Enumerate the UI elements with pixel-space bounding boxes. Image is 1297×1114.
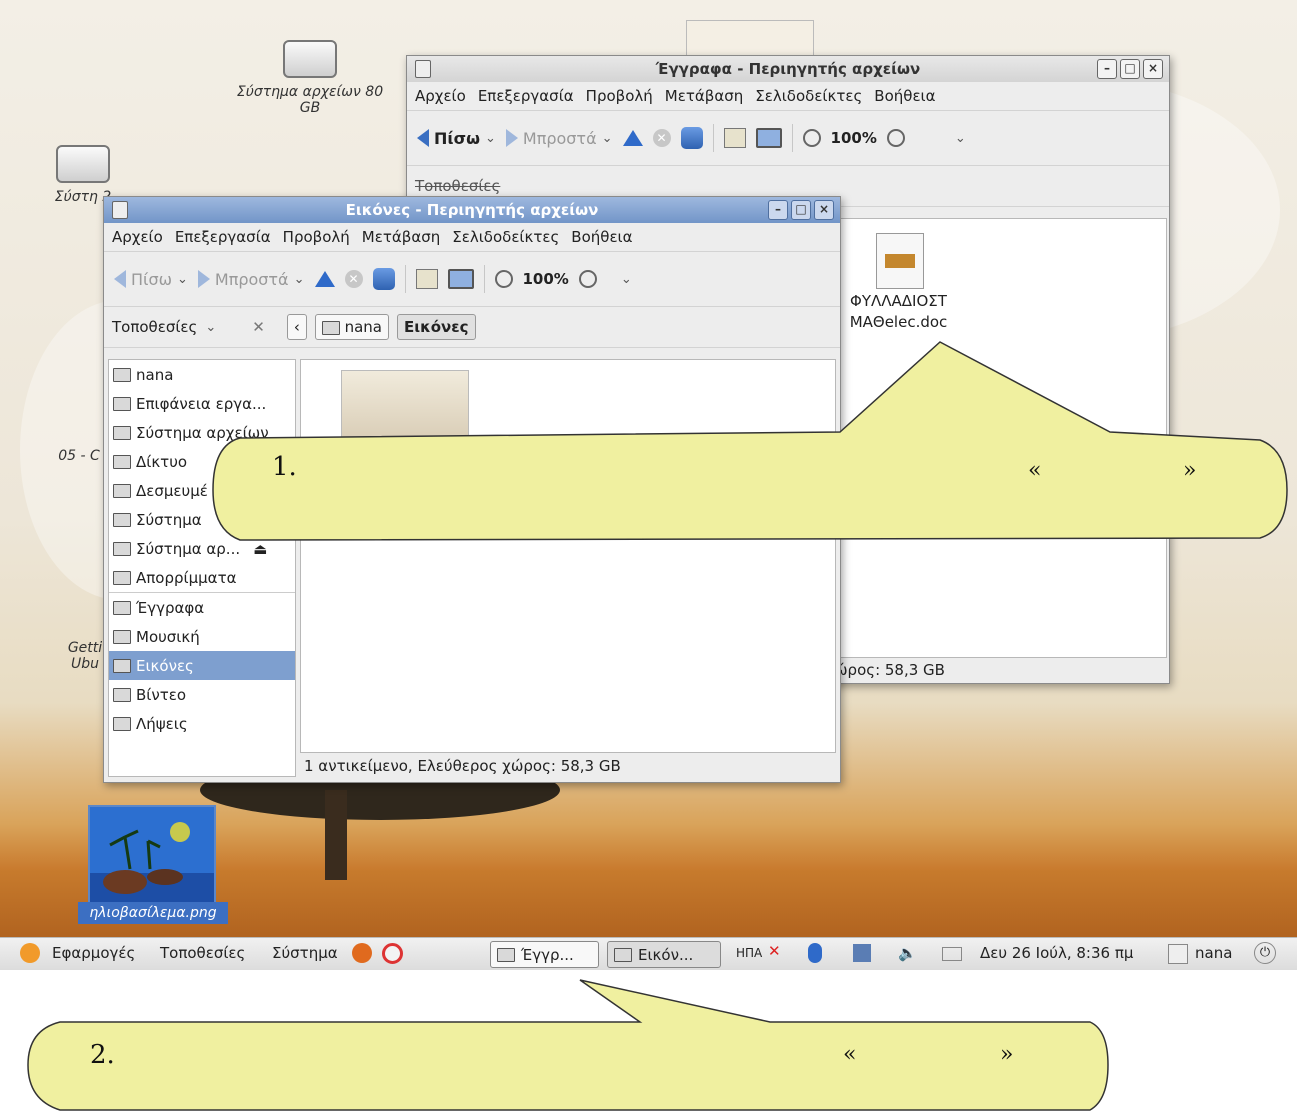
callout-1-open-quote: « [1028, 458, 1042, 483]
callout-1-number: 1. [272, 452, 297, 482]
callout-2-open-quote: « [843, 1042, 857, 1067]
callout-2-number: 2. [90, 1040, 115, 1070]
callout-1-bubble [212, 341, 1288, 541]
callout-1-close-quote: » [1183, 458, 1197, 483]
callout-2-bubble [27, 979, 1109, 1111]
callout-2-close-quote: » [1000, 1042, 1014, 1067]
callout-layer [27, 341, 1288, 1111]
